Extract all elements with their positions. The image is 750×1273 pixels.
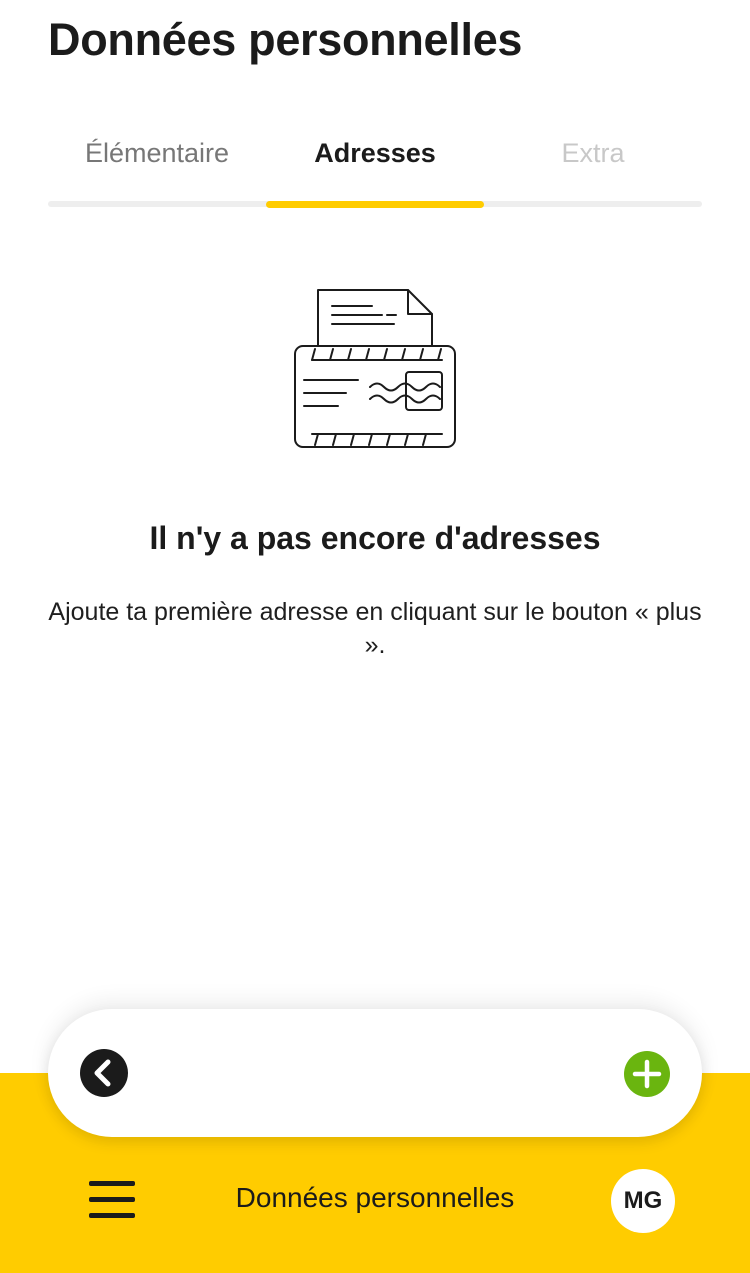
chevron-left-icon xyxy=(94,1059,111,1087)
action-bar xyxy=(48,1009,702,1137)
tab-elementaire[interactable]: Élémentaire xyxy=(48,130,266,176)
active-tab-indicator xyxy=(266,201,484,208)
add-address-button[interactable] xyxy=(624,1051,670,1097)
back-button[interactable] xyxy=(80,1049,128,1097)
tab-adresses[interactable]: Adresses xyxy=(266,130,484,176)
empty-state-title: Il n'y a pas encore d'adresses xyxy=(149,520,601,556)
tab-bar: Élémentaire Adresses Extra xyxy=(48,130,702,210)
bottom-nav-title: Données personnelles xyxy=(235,1182,515,1213)
empty-state-description: Ajoute ta première adresse en cliquant s… xyxy=(48,598,702,659)
postcard-envelope-icon xyxy=(294,289,456,448)
screen: Données personnelles Élémentaire Adresse… xyxy=(0,0,750,1273)
page-title: Données personnelles xyxy=(48,14,523,65)
plus-icon xyxy=(632,1059,662,1089)
tab-extra[interactable]: Extra xyxy=(484,130,702,176)
hamburger-menu-icon[interactable] xyxy=(86,1177,138,1223)
user-avatar[interactable]: MG xyxy=(611,1169,675,1233)
